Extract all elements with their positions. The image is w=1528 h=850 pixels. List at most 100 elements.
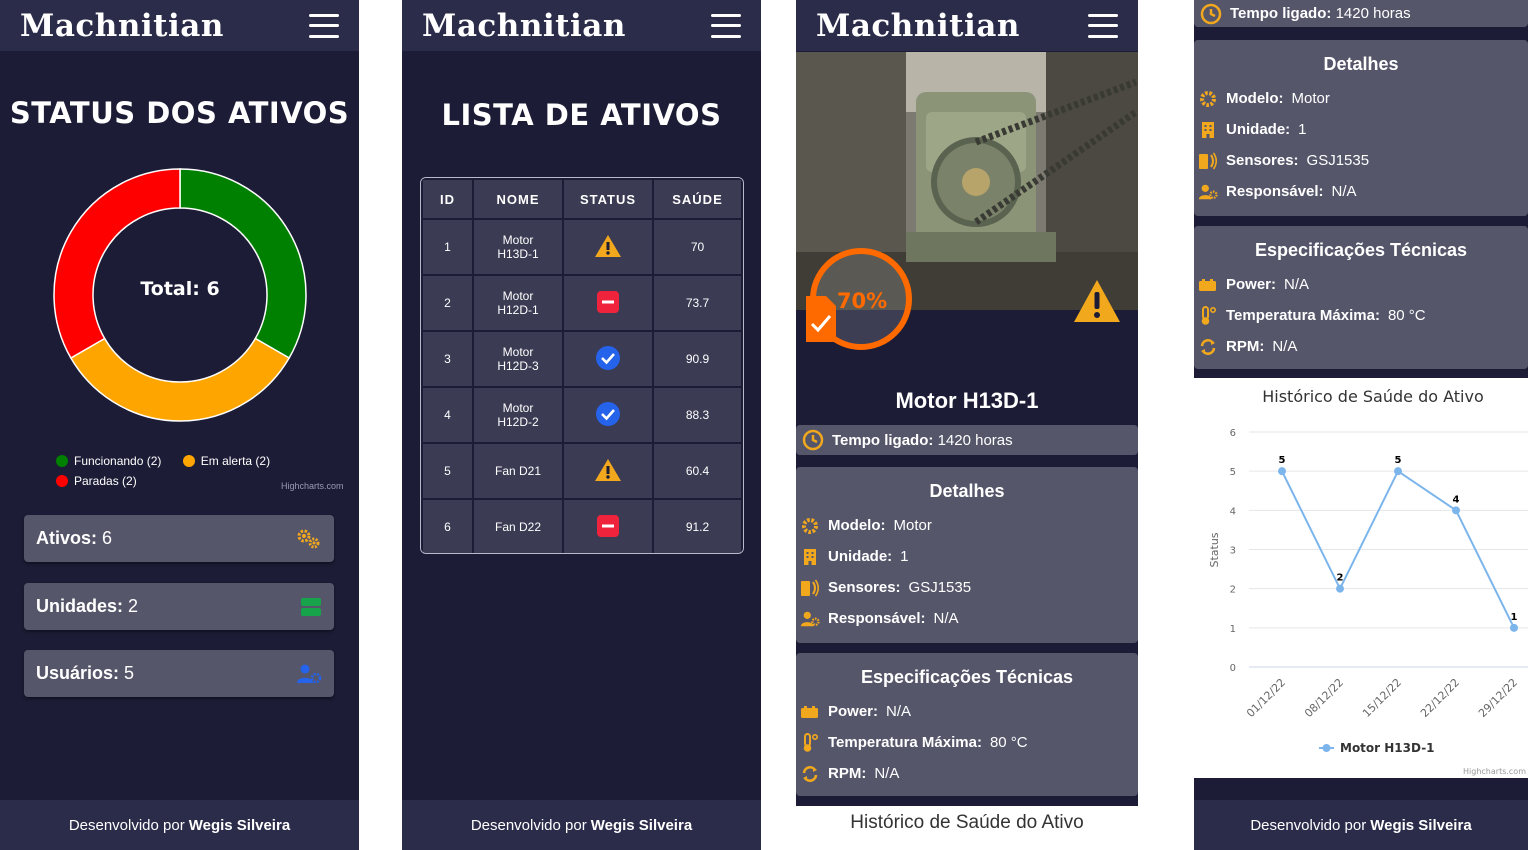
info-label: Temperatura Máxima: [1226, 307, 1380, 324]
specs-card: Especificações Técnicas Power: N/A Temper… [796, 653, 1138, 796]
highcharts-credit[interactable]: Highcharts.com [281, 481, 344, 491]
table-row[interactable]: 2 Motor H12D-1 73.7 [421, 274, 743, 332]
info-label: Unidade: [1226, 121, 1291, 138]
table-row[interactable]: 5 Fan D21 60.4 [421, 442, 743, 500]
footer-text: Desenvolvido por [470, 816, 587, 834]
y-tick-label: 5 [1230, 467, 1236, 478]
warning-icon [595, 458, 621, 481]
uptime-label: Tempo ligado: [832, 431, 934, 449]
donut-slice-0[interactable] [179, 168, 307, 360]
menu-icon[interactable] [711, 13, 741, 38]
legend-label: Em alerta (2) [200, 454, 271, 468]
legend-item-funcionando[interactable]: Funcionando (2) [56, 452, 161, 470]
cell-name: Fan D21 [472, 442, 564, 500]
data-point[interactable] [1394, 467, 1402, 476]
footer-text: Desenvolvido por [68, 816, 185, 834]
data-point[interactable] [1336, 584, 1344, 593]
data-label: 2 [1337, 573, 1344, 584]
info-row: Temperatura Máxima: 80 °C [796, 727, 1138, 758]
rotate-icon [1198, 337, 1218, 357]
info-label: Sensores: [828, 579, 901, 596]
brand-logo[interactable]: Machnitian [20, 8, 224, 44]
column-header-saude[interactable]: SAÚDE [652, 178, 743, 220]
cell-name: Motor H12D-1 [472, 274, 564, 332]
clock-icon [1200, 3, 1222, 24]
user-cog-icon [1198, 182, 1218, 202]
menu-icon[interactable] [309, 13, 339, 38]
server-icon [301, 597, 321, 616]
donut-slice-1[interactable] [69, 337, 291, 422]
table-row[interactable]: 1 Motor H13D-1 70 [421, 218, 743, 276]
uptime-value: 1420 horas [1335, 5, 1411, 22]
info-row: Sensores: GSJ1535 [796, 572, 1138, 603]
footer-author[interactable]: Wegis Silveira [189, 817, 290, 834]
cell-id: 6 [421, 498, 474, 553]
info-value: Motor [1291, 90, 1330, 107]
uptime-bar: Tempo ligado: 1420 horas [1194, 0, 1528, 27]
info-label: Power: [828, 703, 879, 720]
table-row[interactable]: 4 Motor H12D-2 88.3 [421, 386, 743, 444]
specs-list: Power: N/A Temperatura Máxima: 80 °C RPM: … [796, 696, 1138, 789]
sensor-icon [1198, 151, 1218, 171]
uptime-value: 1420 horas [937, 431, 1013, 449]
details-title: Detalhes [929, 481, 1005, 501]
info-row: Responsável: N/A [796, 603, 1138, 634]
cell-id: 3 [421, 330, 474, 388]
table-row[interactable]: 6 Fan D22 91.2 [421, 498, 743, 553]
info-label: Responsável: [828, 610, 926, 627]
table-row[interactable]: 3 Motor H12D-3 90.9 [421, 330, 743, 388]
info-value: GSJ1535 [908, 579, 972, 596]
data-point[interactable] [1510, 623, 1518, 632]
cell-id: 4 [421, 386, 474, 444]
cell-health: 70 [652, 218, 743, 276]
assets-table: ID NOME STATUS SAÚDE 1 Motor H13D-1 70 2 Mot… [420, 177, 744, 554]
card-unidades[interactable]: Unidades: 2 [24, 583, 334, 630]
info-row: Modelo: Motor [1194, 83, 1528, 114]
legend-label: Funcionando (2) [74, 454, 162, 468]
footer-author[interactable]: Wegis Silveira [591, 817, 692, 834]
building-icon [800, 547, 820, 567]
chart-legend[interactable]: Motor H13D-1 [1319, 741, 1435, 755]
check-circle-icon [596, 345, 620, 370]
info-row: RPM: N/A [796, 758, 1138, 789]
legend-item-em-alerta[interactable]: Em alerta (2) [182, 452, 271, 470]
cell-id: 5 [421, 442, 474, 500]
footer-author[interactable]: Wegis Silveira [1370, 817, 1471, 834]
info-row: Modelo: Motor [796, 510, 1138, 541]
gear-icon [800, 516, 820, 536]
brand-logo[interactable]: Machnitian [422, 8, 626, 44]
details-card: Detalhes Modelo: Motor Unidade: 1 Sensores… [1194, 40, 1528, 216]
brand-logo[interactable]: Machnitian [816, 8, 1020, 44]
y-axis-label: Status [1208, 532, 1221, 567]
line-chart-svg: Histórico de Saúde do Ativo Status 0 1 2 3 4… [1208, 387, 1528, 776]
footer: Desenvolvido por Wegis Silveira [0, 800, 359, 850]
legend-item-paradas[interactable]: Paradas (2) [56, 472, 137, 490]
column-header-id[interactable]: ID [421, 178, 474, 220]
highcharts-credit[interactable]: Highcharts.com [1463, 767, 1526, 776]
cell-health: 91.2 [652, 498, 743, 553]
sensor-icon [800, 578, 820, 598]
card-usuarios[interactable]: Usuários: 5 [24, 650, 334, 697]
page-title: STATUS DOS ATIVOS [9, 96, 350, 130]
donut-slice-2[interactable] [53, 168, 181, 360]
data-point[interactable] [1452, 506, 1460, 515]
info-row: Power: N/A [796, 696, 1138, 727]
menu-icon[interactable] [1088, 13, 1118, 38]
cell-health: 88.3 [652, 386, 743, 444]
page-title: LISTA DE ATIVOS [441, 98, 722, 132]
column-header-nome[interactable]: NOME [472, 178, 564, 220]
data-point[interactable] [1278, 467, 1286, 476]
info-value: GSJ1535 [1306, 152, 1370, 169]
y-tick-label: 0 [1230, 663, 1236, 674]
data-label: 5 [1395, 455, 1402, 466]
warning-icon [1074, 280, 1120, 322]
column-header-status[interactable]: STATUS [562, 178, 654, 220]
legend-dot-green [56, 455, 68, 467]
detail-panel-page: Machnitian 70% Motor H13D-1 Tempo ligado… [796, 0, 1138, 850]
x-tick-label: 01/12/22 [1244, 676, 1288, 720]
info-value: 1 [900, 548, 909, 565]
cell-name: Motor H13D-1 [472, 218, 564, 276]
legend-series-label: Motor H13D-1 [1340, 741, 1435, 755]
card-ativos[interactable]: Ativos: 6 [24, 515, 334, 562]
x-tick-label: 08/12/22 [1302, 676, 1346, 720]
